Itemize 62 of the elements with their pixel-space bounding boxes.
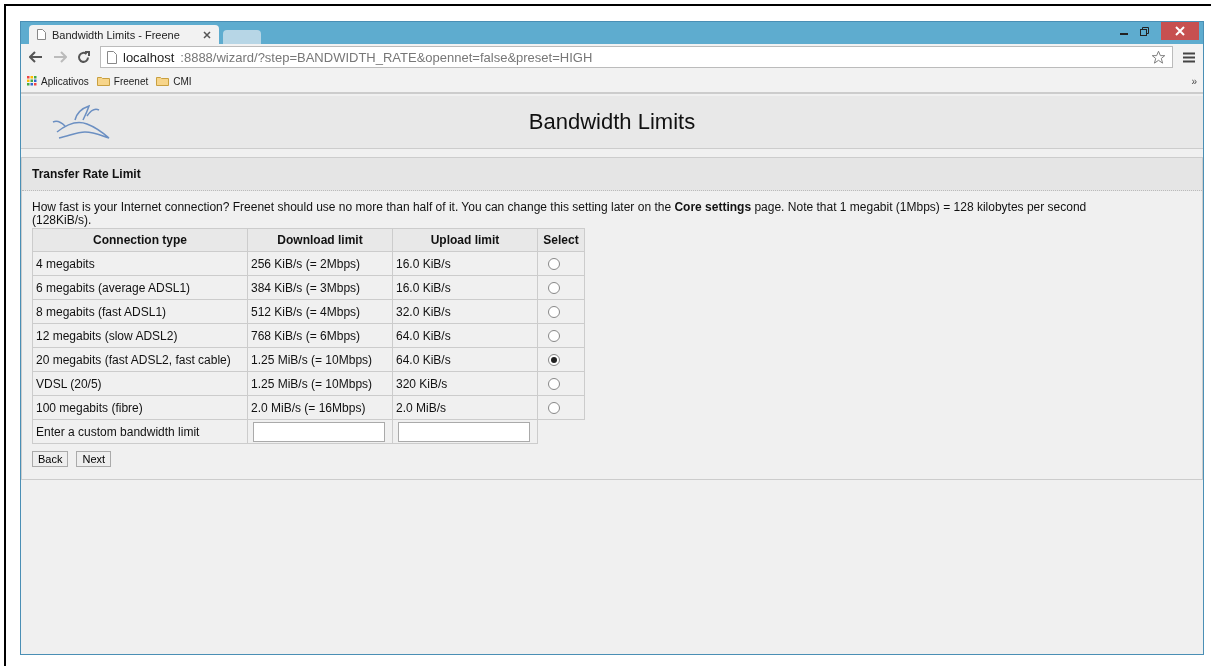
nav-button[interactable]: Next: [76, 451, 112, 467]
table-cell: 100 megabits (fibre): [32, 395, 248, 420]
radio-button[interactable]: [548, 306, 560, 319]
reload-icon[interactable]: [77, 50, 90, 64]
folder-icon: [156, 76, 170, 86]
bookmark[interactable]: CMI: [156, 75, 192, 87]
intro-text: How fast is your Internet connection? Freenet should use no more than half of it. You can change this setting later on the Core settings page. Note that 1 megabit (1Mbps) = 128 kilobytes per second (128KiB/s).: [32, 201, 1088, 227]
close-button[interactable]: [1161, 22, 1199, 40]
close-icon[interactable]: [203, 30, 211, 39]
table-cell: 4 megabits: [32, 251, 248, 276]
restore-icon[interactable]: [1140, 26, 1149, 36]
download-input[interactable]: [253, 421, 385, 442]
nav-button[interactable]: Back: [32, 451, 69, 467]
table-cell: 12 megabits (slow ADSL2): [32, 323, 248, 348]
url-path: :8888/wizard/?step=BANDWIDTH_RATE&opennet=false&preset=HIGH: [180, 49, 594, 65]
star-icon[interactable]: [1151, 49, 1166, 65]
radio-button[interactable]: [548, 330, 560, 343]
table-cell: 1.25 MiB/s (= 10Mbps): [247, 347, 393, 372]
table-cell: 6 megabits (average ADSL1): [32, 275, 248, 300]
column-header: Upload limit: [392, 228, 538, 252]
table-cell: 16.0 KiB/s: [392, 275, 538, 300]
column-header: Connection type: [32, 228, 248, 252]
page-icon: [37, 29, 46, 40]
url-host: localhost: [123, 49, 175, 65]
table-cell: 2.0 MiB/s: [392, 395, 538, 420]
table-cell: 256 KiB/s (= 2Mbps): [247, 251, 393, 276]
radio-button[interactable]: [548, 378, 560, 391]
more-bookmarks[interactable]: »: [1191, 75, 1197, 87]
column-header: Download limit: [247, 228, 393, 252]
table-cell: 320 KiB/s: [392, 371, 538, 396]
table-cell: VDSL (20/5): [32, 371, 248, 396]
address-bar[interactable]: localhost :8888/wizard/?step=BANDWIDTH_RATE&opennet=false&preset=HIGH: [100, 46, 1173, 68]
radio-button[interactable]: [548, 258, 560, 271]
table-cell: 16.0 KiB/s: [392, 251, 538, 276]
radio-button[interactable]: [548, 354, 560, 367]
page-title: Bandwidth Limits: [528, 109, 696, 135]
column-header: Select: [537, 228, 585, 252]
table-cell: 64.0 KiB/s: [392, 323, 538, 348]
bookmark[interactable]: Aplicativos: [27, 75, 89, 87]
radio-button[interactable]: [548, 402, 560, 415]
folder-icon: [96, 76, 110, 86]
table-cell: 1.25 MiB/s (= 10Mbps): [247, 371, 393, 396]
menu-icon[interactable]: [1183, 51, 1195, 63]
table-cell: 20 megabits (fast ADSL2, fast cable): [32, 347, 248, 372]
table-cell: 384 KiB/s (= 3Mbps): [247, 275, 393, 300]
bookmark[interactable]: Freenet: [96, 75, 149, 87]
forward-icon[interactable]: [53, 51, 67, 63]
section-heading: Transfer Rate Limit: [22, 158, 1202, 191]
apps-grid-icon: [27, 76, 37, 86]
close-icon: [1175, 26, 1185, 36]
table-cell: 512 KiB/s (= 4Mbps): [247, 299, 393, 324]
table-cell: 8 megabits (fast ADSL1): [32, 299, 248, 324]
browser-tab[interactable]: Bandwidth Limits - Freene: [29, 25, 219, 44]
table-cell: 2.0 MiB/s (= 16Mbps): [247, 395, 393, 420]
back-icon[interactable]: [29, 51, 43, 63]
radio-button[interactable]: [548, 282, 560, 295]
upload-input[interactable]: [398, 421, 530, 442]
page-icon: [107, 50, 117, 64]
table-cell: 32.0 KiB/s: [392, 299, 538, 324]
table-cell: 64.0 KiB/s: [392, 347, 538, 372]
table-cell: Enter a custom bandwidth limit: [32, 419, 248, 444]
table-cell: 768 KiB/s (= 6Mbps): [247, 323, 393, 348]
